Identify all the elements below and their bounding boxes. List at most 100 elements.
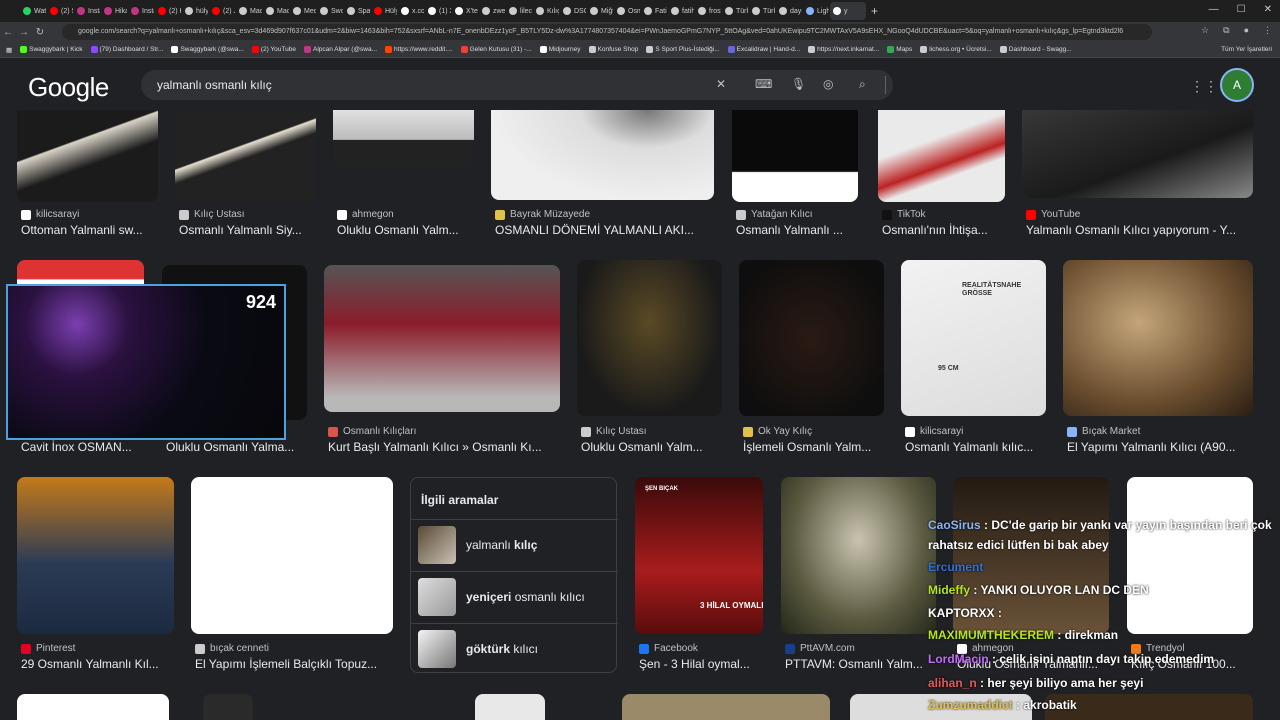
result-title[interactable]: Şen - 3 Hilal oymal... <box>639 657 779 671</box>
bookmark-item[interactable]: Midjourney <box>539 46 581 53</box>
browser-tab[interactable]: Macr <box>236 2 262 20</box>
close-window-icon[interactable]: ✕ <box>1264 4 1272 15</box>
browser-tab[interactable]: Hülya <box>371 2 397 20</box>
browser-tab[interactable]: Fatih <box>641 2 667 20</box>
result-source[interactable]: Osmanlı Kılıçları <box>328 426 416 437</box>
bookmark-star-icon[interactable]: ☆ <box>1201 25 1209 36</box>
result-title[interactable]: Cavit İnox OSMAN... <box>21 440 160 454</box>
result-title[interactable]: Osmanlı'nın İhtişa... <box>882 223 1021 237</box>
all-bookmarks-folder[interactable]: Tüm Yer İşaretleri <box>1221 46 1272 53</box>
clear-icon[interactable]: ✕ <box>716 77 726 91</box>
browser-tab[interactable]: Insta <box>128 2 154 20</box>
browser-tab[interactable]: Med <box>290 2 316 20</box>
bookmark-item[interactable]: (2) YouTube <box>251 46 296 53</box>
result-source[interactable]: bıçak cenneti <box>195 643 269 654</box>
result-source[interactable]: Pinterest <box>21 643 75 654</box>
bookmark-item[interactable]: S Sport Plus-İstediği... <box>646 46 720 53</box>
result-title[interactable]: OSMANLI DÖNEMİ YALMANLI AKI... <box>495 223 730 237</box>
result-source[interactable]: YouTube <box>1026 209 1080 220</box>
browser-tab[interactable]: Wats <box>20 2 46 20</box>
extensions-icon[interactable]: ⧉ <box>1223 25 1229 36</box>
avatar[interactable]: A <box>1220 68 1254 102</box>
forward-icon[interactable]: → <box>16 27 32 38</box>
related-item[interactable]: yalmanlı kılıç <box>411 519 618 571</box>
result-image[interactable] <box>781 477 936 634</box>
result-source[interactable]: Bayrak Müzayede <box>495 209 590 220</box>
result-image[interactable] <box>175 110 316 202</box>
browser-tab[interactable]: Miğf <box>587 2 613 20</box>
related-item[interactable]: göktürk kılıcı <box>411 623 618 675</box>
result-title[interactable]: Oluklu Osmanlı Yalm... <box>581 440 738 454</box>
result-image[interactable] <box>203 694 253 720</box>
bookmark-item[interactable]: Konfuse Shop <box>588 46 638 53</box>
related-item[interactable]: yeniçeri osmanlı kılıcı <box>411 571 618 623</box>
profile-icon[interactable]: ● <box>1244 25 1249 36</box>
bookmark-item[interactable]: Swaggybark | Kick <box>20 46 83 53</box>
bookmark-item[interactable]: Excalidraw | Hand-d... <box>727 46 800 53</box>
result-image[interactable] <box>1063 260 1253 416</box>
result-title[interactable]: Osmanlı Yalmanlı Siy... <box>179 223 332 237</box>
keyboard-icon[interactable]: ⌨ <box>755 77 772 91</box>
result-image[interactable] <box>577 260 722 416</box>
reload-icon[interactable]: ↻ <box>32 27 48 38</box>
browser-tab[interactable]: (2) Ji <box>209 2 235 20</box>
bookmark-item[interactable]: Swaggybark (@swa... <box>171 46 244 53</box>
result-source[interactable]: ahmegon <box>337 209 394 220</box>
result-title[interactable]: Kurt Başlı Yalmanlı Kılıcı » Osmanlı Kı.… <box>328 440 576 454</box>
result-title[interactable]: 29 Osmanlı Yalmanlı Kıl... <box>21 657 190 671</box>
result-title[interactable]: Oluklu Osmanlı Yalm... <box>337 223 490 237</box>
result-image[interactable] <box>475 694 545 720</box>
result-title[interactable]: Ottoman Yalmanli sw... <box>21 223 174 237</box>
browser-tab[interactable]: Kılıç <box>533 2 559 20</box>
browser-tab[interactable]: Hika <box>101 2 127 20</box>
result-source[interactable]: Kılıç Ustası <box>581 426 647 437</box>
result-image[interactable] <box>17 110 158 202</box>
browser-tab[interactable]: (2) S <box>47 2 73 20</box>
result-source[interactable]: Bıçak Market <box>1067 426 1140 437</box>
search-icon[interactable]: ⌕ <box>859 77 866 92</box>
browser-tab[interactable]: lilecu <box>506 2 532 20</box>
result-source[interactable]: Kılıç Ustası <box>179 209 245 220</box>
bookmark-item[interactable]: Gelen Kutusu (31) -... <box>460 46 532 53</box>
bookmark-item[interactable]: lichess.org • Ücretsi... <box>920 46 992 53</box>
browser-tab[interactable]: Türk <box>722 2 748 20</box>
browser-tab[interactable]: Spati <box>344 2 370 20</box>
bookmark-item[interactable]: (79) Dashboard / Str... <box>90 46 163 53</box>
bookmark-item[interactable]: Maps <box>887 46 912 53</box>
result-image[interactable] <box>739 260 884 416</box>
maximize-icon[interactable]: ☐ <box>1237 4 1246 15</box>
browser-tab[interactable]: fatih <box>668 2 694 20</box>
search-box[interactable]: ✕ ⌨ 🎙 ◎ ⌕ <box>141 70 893 100</box>
result-source[interactable]: Ok Yay Kılıç <box>743 426 812 437</box>
result-image[interactable] <box>17 477 174 634</box>
microphone-icon[interactable]: 🎙 <box>791 77 806 91</box>
browser-tab[interactable]: Türk <box>749 2 775 20</box>
result-image[interactable] <box>622 694 830 720</box>
lens-icon[interactable]: ◎ <box>823 77 833 91</box>
browser-tab[interactable]: Osm <box>614 2 640 20</box>
browser-tab[interactable]: hülya <box>182 2 208 20</box>
browser-tab[interactable]: zweil <box>479 2 505 20</box>
bookmark-item[interactable]: https://www.reddit.... <box>385 46 453 53</box>
browser-tab[interactable]: frost <box>695 2 721 20</box>
result-source[interactable]: TikTok <box>882 209 926 220</box>
browser-tab[interactable]: Macr <box>263 2 289 20</box>
browser-tab[interactable]: (2) H <box>155 2 181 20</box>
result-title[interactable]: İşlemeli Osmanlı Yalm... <box>743 440 900 454</box>
apps-grid-icon[interactable]: ▦ <box>6 46 12 54</box>
bookmark-item[interactable]: https://next.inkarnat... <box>808 46 879 53</box>
minimize-icon[interactable]: — <box>1209 4 1219 15</box>
result-image[interactable] <box>732 110 858 202</box>
browser-tab[interactable]: X'te <box>452 2 478 20</box>
browser-tab[interactable]: Insta <box>74 2 100 20</box>
result-image[interactable] <box>191 477 393 634</box>
result-source[interactable]: kilicsarayi <box>905 426 963 437</box>
result-image[interactable] <box>1022 110 1253 198</box>
result-image[interactable] <box>333 110 474 166</box>
result-source[interactable]: Facebook <box>639 643 698 654</box>
browser-tab[interactable]: dayı <box>776 2 802 20</box>
browser-tab[interactable]: y <box>830 2 866 20</box>
browser-tab[interactable]: (1) X <box>425 2 451 20</box>
result-source[interactable]: PttAVM.com <box>785 643 855 654</box>
result-image[interactable] <box>491 110 714 200</box>
